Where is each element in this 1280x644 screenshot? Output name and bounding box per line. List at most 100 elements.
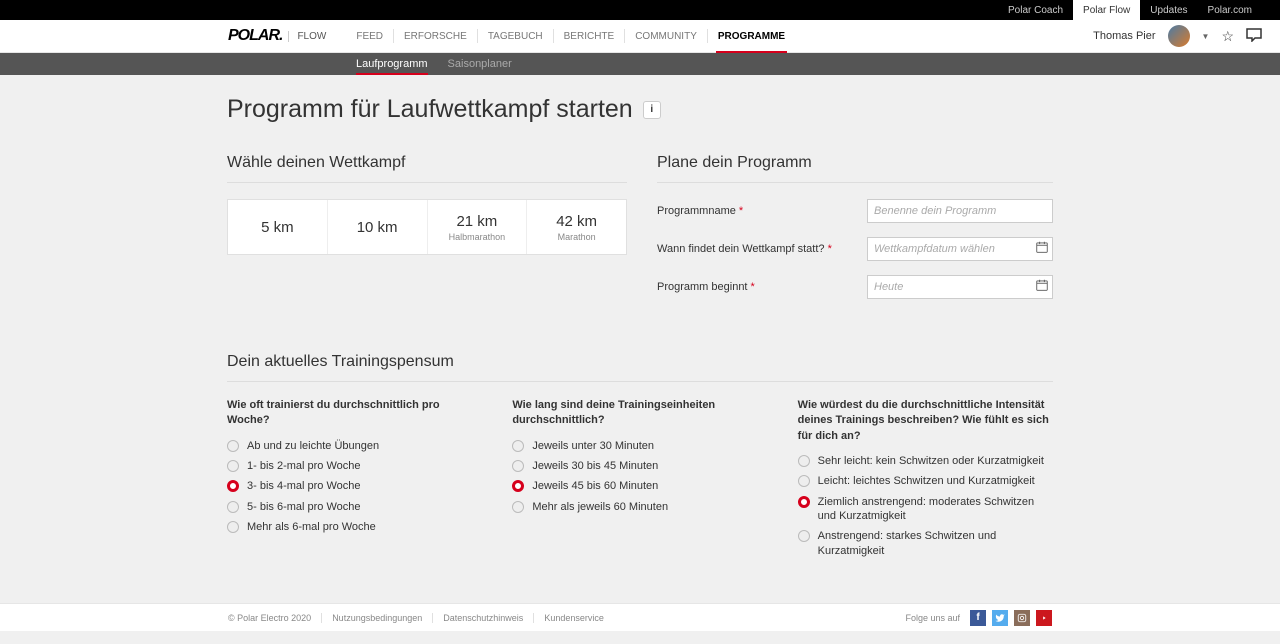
training-group: Wie würdest du die durchschnittliche Int… (798, 398, 1053, 564)
radio-option[interactable]: Mehr als 6-mal pro Woche (227, 520, 482, 534)
logo[interactable]: POLAR. (228, 27, 282, 45)
topbar-link[interactable]: Polar.com (1198, 0, 1262, 20)
radio-icon (227, 501, 239, 513)
footer-link[interactable]: Kundenservice (534, 613, 614, 623)
form-label: Programm beginnt * (657, 281, 867, 293)
choose-event-heading: Wähle deinen Wettkampf (227, 154, 627, 183)
distance-value: 10 km (357, 219, 398, 236)
radio-label: Mehr als jeweils 60 Minuten (532, 500, 668, 514)
distance-option[interactable]: 5 km (228, 200, 328, 254)
radio-label: Jeweils 45 bis 60 Minuten (532, 479, 658, 493)
topbar-link[interactable]: Polar Coach (998, 0, 1073, 20)
nav-link[interactable]: ERFORSCHE (394, 29, 478, 43)
distance-option[interactable]: 42 km Marathon (527, 200, 626, 254)
training-heading: Dein aktuelles Trainingspensum (227, 353, 1053, 382)
dropdown-caret-icon[interactable]: ▼ (1202, 32, 1210, 41)
distance-selector: 5 km 10 km 21 kmHalbmarathon 42 km Marathon (227, 199, 627, 255)
distance-option[interactable]: 10 km (328, 200, 428, 254)
radio-icon (512, 460, 524, 472)
radio-icon (798, 475, 810, 487)
radio-label: Anstrengend: starkes Schwitzen und Kurza… (818, 529, 1053, 558)
subbar-link[interactable]: Laufprogramm (356, 53, 428, 75)
text-input[interactable] (867, 199, 1053, 223)
text-input[interactable] (867, 237, 1053, 261)
footer-right: Folge uns auf f (905, 610, 1052, 626)
radio-option[interactable]: Jeweils unter 30 Minuten (512, 439, 767, 453)
training-question: Wie lang sind deine Trainingseinheiten d… (512, 398, 767, 429)
footer-left: © Polar Electro 2020NutzungsbedingungenD… (228, 613, 614, 623)
radio-label: Jeweils unter 30 Minuten (532, 439, 654, 453)
radio-option[interactable]: Leicht: leichtes Schwitzen und Kurzatmig… (798, 474, 1053, 488)
form-label: Programmname * (657, 205, 867, 217)
radio-label: Leicht: leichtes Schwitzen und Kurzatmig… (818, 474, 1035, 488)
info-icon[interactable]: i (643, 101, 661, 119)
instagram-icon[interactable] (1014, 610, 1030, 626)
radio-option[interactable]: Jeweils 45 bis 60 Minuten (512, 479, 767, 493)
radio-option[interactable]: Jeweils 30 bis 45 Minuten (512, 459, 767, 473)
page-content: Programm für Laufwettkampf starten i Wäh… (227, 75, 1053, 644)
radio-icon (798, 496, 810, 508)
distance-option[interactable]: 21 kmHalbmarathon (428, 200, 528, 254)
radio-option[interactable]: Ab und zu leichte Übungen (227, 439, 482, 453)
footer: © Polar Electro 2020NutzungsbedingungenD… (0, 603, 1280, 631)
radio-label: 1- bis 2-mal pro Woche (247, 459, 361, 473)
radio-label: Sehr leicht: kein Schwitzen oder Kurzatm… (818, 454, 1044, 468)
distance-value: 42 km (556, 213, 597, 230)
topbar: Polar CoachPolar FlowUpdatesPolar.com (0, 0, 1280, 20)
footer-link[interactable]: Datenschutzhinweis (433, 613, 534, 623)
radio-icon (512, 480, 524, 492)
radio-label: Ab und zu leichte Übungen (247, 439, 379, 453)
radio-option[interactable]: Sehr leicht: kein Schwitzen oder Kurzatm… (798, 454, 1053, 468)
radio-label: Ziemlich anstrengend: moderates Schwitze… (818, 495, 1053, 524)
twitter-icon[interactable] (992, 610, 1008, 626)
nav-link[interactable]: COMMUNITY (625, 29, 708, 43)
radio-icon (227, 460, 239, 472)
training-question: Wie würdest du die durchschnittliche Int… (798, 398, 1053, 444)
facebook-icon[interactable]: f (970, 610, 986, 626)
radio-label: 3- bis 4-mal pro Woche (247, 479, 361, 493)
header: POLAR. FLOW FEEDERFORSCHETAGEBUCHBERICHT… (0, 20, 1280, 53)
footer-link[interactable]: Nutzungsbedingungen (322, 613, 433, 623)
radio-option[interactable]: Anstrengend: starkes Schwitzen und Kurza… (798, 529, 1053, 558)
nav-link[interactable]: PROGRAMME (708, 29, 795, 43)
copyright: © Polar Electro 2020 (228, 613, 322, 623)
nav-link[interactable]: TAGEBUCH (478, 29, 554, 43)
avatar[interactable] (1168, 25, 1190, 47)
distance-sub: Marathon (558, 232, 596, 242)
nav-link[interactable]: BERICHTE (554, 29, 626, 43)
topbar-link[interactable]: Updates (1140, 0, 1197, 20)
main-nav: FEEDERFORSCHETAGEBUCHBERICHTECOMMUNITYPR… (346, 29, 795, 43)
distance-value: 5 km (261, 219, 294, 236)
radio-option[interactable]: Ziemlich anstrengend: moderates Schwitze… (798, 495, 1053, 524)
form-row: Wann findet dein Wettkampf statt? * (657, 237, 1053, 261)
messages-icon[interactable] (1246, 28, 1262, 45)
radio-icon (227, 440, 239, 452)
page-title: Programm für Laufwettkampf starten i (227, 95, 1053, 124)
distance-value: 21 km (456, 213, 497, 230)
radio-option[interactable]: 1- bis 2-mal pro Woche (227, 459, 482, 473)
training-question: Wie oft trainierst du durchschnittlich p… (227, 398, 482, 429)
radio-label: 5- bis 6-mal pro Woche (247, 500, 361, 514)
flow-label: FLOW (288, 31, 326, 42)
page-title-text: Programm für Laufwettkampf starten (227, 95, 633, 124)
radio-option[interactable]: Mehr als jeweils 60 Minuten (512, 500, 767, 514)
username[interactable]: Thomas Pier (1093, 30, 1155, 42)
training-group: Wie lang sind deine Trainingseinheiten d… (512, 398, 767, 564)
nav-link[interactable]: FEED (346, 29, 394, 43)
radio-option[interactable]: 5- bis 6-mal pro Woche (227, 500, 482, 514)
form-label: Wann findet dein Wettkampf statt? * (657, 243, 867, 255)
subbar: Laufprogramm Saisonplaner (0, 53, 1280, 75)
star-icon[interactable]: ☆ (1221, 28, 1234, 45)
youtube-icon[interactable] (1036, 610, 1052, 626)
text-input[interactable] (867, 275, 1053, 299)
training-columns: Wie oft trainierst du durchschnittlich p… (227, 398, 1053, 564)
radio-icon (798, 530, 810, 542)
radio-icon (227, 521, 239, 533)
form-row: Programmname * (657, 199, 1053, 223)
radio-label: Mehr als 6-mal pro Woche (247, 520, 376, 534)
radio-option[interactable]: 3- bis 4-mal pro Woche (227, 479, 482, 493)
training-group: Wie oft trainierst du durchschnittlich p… (227, 398, 482, 564)
topbar-link[interactable]: Polar Flow (1073, 0, 1140, 20)
subbar-link[interactable]: Saisonplaner (448, 53, 512, 75)
form-row: Programm beginnt * (657, 275, 1053, 299)
